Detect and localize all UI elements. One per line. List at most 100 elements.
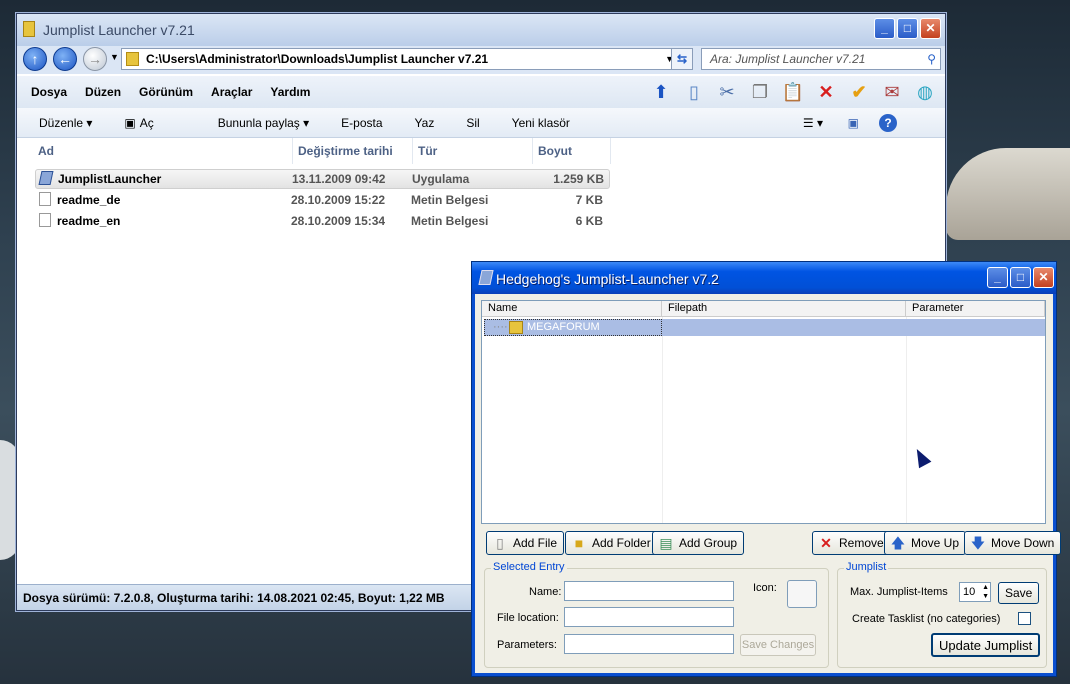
file-date: 13.11.2009 09:42	[292, 172, 386, 186]
menu-araclar[interactable]: Araçlar	[211, 85, 252, 99]
folder-icon: ■	[574, 535, 584, 551]
close-button[interactable]: ✕	[920, 18, 941, 39]
open-icon: ▣	[124, 115, 136, 130]
cmd-print[interactable]: Yaz	[415, 116, 435, 130]
jumplist-titlebar[interactable]: Hedgehog's Jumplist-Launcher v7.2 _ □ ✕	[472, 262, 1056, 294]
file-location-field[interactable]	[564, 607, 734, 627]
group-legend: Jumplist	[844, 561, 889, 573]
globe-icon[interactable]: ◍	[913, 80, 937, 104]
add-file-button[interactable]: ▯ Add File	[486, 531, 565, 555]
refresh-icon[interactable]: ⇆	[671, 48, 693, 70]
column-parameter[interactable]: Parameter	[906, 301, 1045, 317]
search-input[interactable]: Ara: Jumplist Launcher v7.21 ⚲	[701, 48, 941, 70]
file-date: 28.10.2009 15:22	[291, 193, 386, 207]
file-type: Metin Belgesi	[411, 193, 489, 207]
close-button[interactable]: ✕	[1033, 267, 1054, 288]
parameters-field[interactable]	[564, 634, 734, 654]
text-document-icon	[39, 213, 51, 227]
up-arrow-icon[interactable]: ↑	[23, 47, 47, 71]
add-folder-button[interactable]: ■ Add Folder	[565, 531, 658, 555]
column-type[interactable]: Tür	[413, 138, 533, 164]
up-folder-icon[interactable]: ⬆	[649, 80, 673, 104]
save-button[interactable]: Save	[998, 582, 1040, 604]
file-date: 28.10.2009 15:34	[291, 214, 386, 228]
minimize-button[interactable]: _	[987, 267, 1008, 288]
tasklist-checkbox[interactable]	[1018, 612, 1031, 625]
checkmark-icon[interactable]: ✔	[847, 80, 871, 104]
menu-yardim[interactable]: Yardım	[270, 85, 310, 99]
file-list-header: Ad Değiştirme tarihi Tür Boyut	[33, 138, 613, 164]
add-group-label: Add Group	[679, 536, 738, 550]
mail-icon[interactable]: ✉	[880, 80, 904, 104]
column-name[interactable]: Ad	[33, 138, 293, 164]
history-dropdown-icon[interactable]: ▼	[110, 52, 119, 62]
jumplist-group: Jumplist Max. Jumplist-Items 10 ▲ ▼ Save …	[837, 561, 1047, 668]
navigation-bar: ↑ ← → ▼ C:\Users\Administrator\Downloads…	[17, 46, 945, 74]
application-icon	[38, 171, 54, 185]
maximize-button[interactable]: □	[1010, 267, 1031, 288]
cmd-open[interactable]: ▣ Aç	[124, 116, 185, 130]
selected-entry-group: Selected Entry Name: File location: Para…	[484, 561, 829, 668]
spinner-arrows-icon[interactable]: ▲ ▼	[982, 583, 989, 601]
remove-button[interactable]: ✕ Remove	[812, 531, 891, 555]
tree-header: Name Filepath Parameter	[482, 301, 1045, 317]
column-size[interactable]: Boyut	[533, 138, 611, 164]
forward-arrow-icon[interactable]: →	[83, 47, 107, 71]
column-filepath[interactable]: Filepath	[662, 301, 906, 317]
column-divider	[662, 317, 663, 523]
tasklist-label: Create Tasklist (no categories)	[852, 613, 1001, 625]
maximize-button[interactable]: □	[897, 18, 918, 39]
delete-icon[interactable]: ✕	[814, 80, 838, 104]
add-folder-label: Add Folder	[592, 536, 651, 550]
view-options-icon[interactable]: ☰ ▾	[803, 116, 823, 130]
arrow-up-icon: 🡅	[890, 535, 906, 551]
copy-icon[interactable]: ❐	[748, 80, 772, 104]
cut-icon[interactable]: ✂	[715, 80, 739, 104]
cmd-organize[interactable]: Düzenle ▾	[39, 116, 92, 130]
minimize-button[interactable]: _	[874, 18, 895, 39]
name-field[interactable]	[564, 581, 734, 601]
help-icon[interactable]: ?	[879, 113, 897, 132]
file-type: Metin Belgesi	[411, 214, 489, 228]
name-label: Name:	[529, 586, 562, 598]
file-row[interactable]: readme_en 28.10.2009 15:34 Metin Belgesi…	[35, 211, 610, 231]
file-size: 7 KB	[575, 193, 603, 207]
cmd-share[interactable]: Bununla paylaş ▾	[218, 116, 309, 130]
column-date[interactable]: Değiştirme tarihi	[293, 138, 413, 164]
save-changes-button[interactable]: Save Changes	[740, 634, 816, 656]
file-icon: ▯	[496, 535, 504, 551]
column-name[interactable]: Name	[482, 301, 662, 317]
menu-gorunum[interactable]: Görünüm	[139, 85, 193, 99]
file-name: JumplistLauncher	[58, 172, 162, 186]
address-text: C:\Users\Administrator\Downloads\Jumplis…	[146, 52, 489, 66]
file-row[interactable]: readme_de 28.10.2009 15:22 Metin Belgesi…	[35, 190, 610, 210]
file-row[interactable]: JumplistLauncher 13.11.2009 09:42 Uygula…	[35, 169, 610, 189]
preview-pane-icon[interactable]: ▣	[848, 116, 859, 130]
group-legend: Selected Entry	[491, 561, 567, 573]
tree-item[interactable]: ···· MEGAFORUM	[484, 319, 662, 336]
move-up-button[interactable]: 🡅 Move Up	[884, 531, 967, 555]
paste-icon[interactable]: 📋	[781, 80, 805, 104]
address-bar[interactable]: C:\Users\Administrator\Downloads\Jumplis…	[121, 48, 681, 70]
icon-picker-button[interactable]	[787, 580, 817, 608]
menu-dosya[interactable]: Dosya	[31, 85, 67, 99]
max-items-spinner[interactable]: 10 ▲ ▼	[959, 582, 991, 602]
add-group-button[interactable]: ▤ Add Group	[652, 531, 745, 555]
window-title: Hedgehog's Jumplist-Launcher v7.2	[496, 271, 719, 287]
search-icon[interactable]: ⚲	[927, 49, 936, 69]
move-down-button[interactable]: 🡇 Move Down	[964, 531, 1062, 555]
window-title: Jumplist Launcher v7.21	[43, 22, 195, 38]
toolbar-icons: ⬆ ▯ ✂ ❐ 📋 ✕ ✔ ✉ ◍	[649, 80, 937, 104]
cmd-email[interactable]: E-posta	[341, 116, 382, 130]
jumplist-tree[interactable]: Name Filepath Parameter ···· MEGAFORUM	[481, 300, 1046, 524]
search-placeholder: Ara: Jumplist Launcher v7.21	[710, 52, 866, 66]
pane-icon[interactable]: ▯	[682, 80, 706, 104]
file-size: 1.259 KB	[553, 172, 604, 186]
update-jumplist-button[interactable]: Update Jumplist	[931, 633, 1041, 657]
cmd-new-folder[interactable]: Yeni klasör	[512, 116, 570, 130]
menu-duzen[interactable]: Düzen	[85, 85, 121, 99]
folder-icon	[23, 21, 35, 37]
back-arrow-icon[interactable]: ←	[53, 47, 77, 71]
cmd-delete[interactable]: Sil	[466, 116, 479, 130]
explorer-titlebar[interactable]: Jumplist Launcher v7.21 _ □ ✕	[17, 14, 945, 48]
